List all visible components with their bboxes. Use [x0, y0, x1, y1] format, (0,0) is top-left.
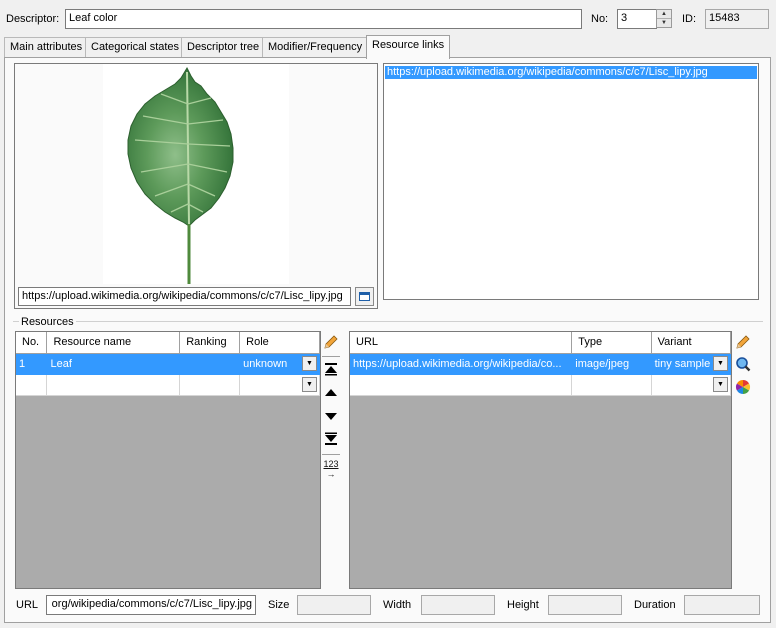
descriptor-field[interactable]: Leaf color [65, 9, 582, 29]
height-label: Height [507, 599, 539, 611]
chevron-down-icon[interactable]: ▼ [713, 376, 728, 392]
width-label: Width [383, 599, 412, 611]
move-down-icon[interactable] [322, 408, 340, 426]
variant-value: tiny sample [654, 357, 711, 370]
chevron-down-icon[interactable]: ▼ [302, 376, 317, 392]
resources-grid[interactable]: No. Resource name Ranking Role 1 Leaf un… [15, 331, 321, 589]
tab-modifier-frequency[interactable]: Modifier/Frequency [262, 37, 369, 57]
preview-url-field[interactable]: https://upload.wikimedia.org/wikipedia/c… [18, 287, 351, 306]
table-row-new[interactable]: ▼ [350, 374, 731, 396]
height-field [548, 595, 622, 615]
size-label: Size [268, 599, 290, 611]
cell-no[interactable]: 1 [16, 353, 48, 375]
renumber-label: 123 [323, 459, 339, 469]
open-window-button[interactable] [355, 287, 374, 306]
cell-variant[interactable]: ▼ [651, 374, 731, 396]
edit-icon[interactable] [322, 334, 340, 352]
col-header-role[interactable]: Role [239, 332, 320, 354]
cell-type[interactable]: image/jpeg [571, 353, 652, 375]
table-row-new[interactable]: ▼ [16, 374, 320, 396]
size-field [297, 595, 371, 615]
url-label: URL [16, 599, 39, 611]
cell-ranking[interactable] [179, 374, 241, 396]
chevron-down-icon[interactable]: ▼ [302, 355, 317, 371]
tab-categorical-states[interactable]: Categorical states [85, 37, 186, 57]
move-bottom-icon[interactable] [322, 431, 340, 449]
spin-up-icon[interactable]: ▲ [657, 10, 671, 19]
col-header-url[interactable]: URL [350, 332, 573, 354]
resource-variants-grid[interactable]: URL Type Variant https://upload.wikimedi… [349, 331, 732, 589]
chevron-down-icon[interactable]: ▼ [713, 355, 728, 371]
tab-descriptor-tree[interactable]: Descriptor tree [181, 37, 266, 57]
cell-no[interactable] [16, 374, 48, 396]
cell-role[interactable]: unknown ▼ [239, 353, 320, 375]
resources-group-label: Resources [19, 315, 76, 329]
resources-group-line [13, 321, 763, 322]
descriptor-label: Descriptor: [6, 13, 60, 25]
duration-field [684, 595, 760, 615]
role-value: unknown [243, 357, 288, 370]
col-header-ranking[interactable]: Ranking [179, 332, 241, 354]
cell-url[interactable]: https://upload.wikimedia.org/wikipedia/c… [350, 353, 573, 375]
renumber-icon[interactable]: 123 → [322, 459, 340, 479]
preview-icon[interactable] [734, 356, 752, 374]
cell-type[interactable] [571, 374, 652, 396]
cell-variant[interactable]: tiny sample ▼ [651, 353, 731, 375]
no-field[interactable]: 3 [617, 9, 657, 29]
url-field[interactable]: org/wikipedia/commons/c/c7/Lisc_lipy.jpg [46, 595, 256, 615]
width-field [421, 595, 495, 615]
col-header-type[interactable]: Type [571, 332, 652, 354]
color-icon[interactable] [734, 379, 752, 397]
col-header-variant[interactable]: Variant [651, 332, 731, 354]
no-label: No: [591, 13, 609, 25]
cell-resource-name[interactable]: Leaf [46, 353, 181, 375]
spin-down-icon[interactable]: ▼ [657, 19, 671, 28]
duration-label: Duration [634, 599, 676, 611]
cell-url[interactable] [350, 374, 573, 396]
move-up-icon[interactable] [322, 385, 340, 403]
no-spinner[interactable]: ▲ ▼ [656, 9, 672, 28]
toolbar-separator [322, 356, 340, 357]
table-row[interactable]: https://upload.wikimedia.org/wikipedia/c… [350, 353, 731, 375]
col-header-no[interactable]: No. [16, 332, 48, 354]
cell-role[interactable]: ▼ [239, 374, 320, 396]
table-row[interactable]: 1 Leaf unknown ▼ [16, 353, 320, 375]
col-header-resource-name[interactable]: Resource name [46, 332, 181, 354]
move-top-icon[interactable] [322, 361, 340, 379]
url-list-item[interactable]: https://upload.wikimedia.org/wikipedia/c… [385, 66, 757, 79]
toolbar-separator [322, 454, 340, 455]
window-icon [359, 292, 370, 301]
image-preview: https://upload.wikimedia.org/wikipedia/c… [14, 63, 378, 309]
id-label: ID: [682, 13, 697, 25]
leaf-image [103, 64, 289, 284]
edit-variant-icon[interactable] [734, 334, 752, 352]
resource-url-list[interactable]: https://upload.wikimedia.org/wikipedia/c… [383, 63, 759, 300]
id-field: 15483 [705, 9, 769, 29]
cell-resource-name[interactable] [46, 374, 181, 396]
tab-main-attributes[interactable]: Main attributes [4, 37, 89, 57]
tab-resource-links[interactable]: Resource links [366, 35, 451, 59]
cell-ranking[interactable] [179, 353, 241, 375]
